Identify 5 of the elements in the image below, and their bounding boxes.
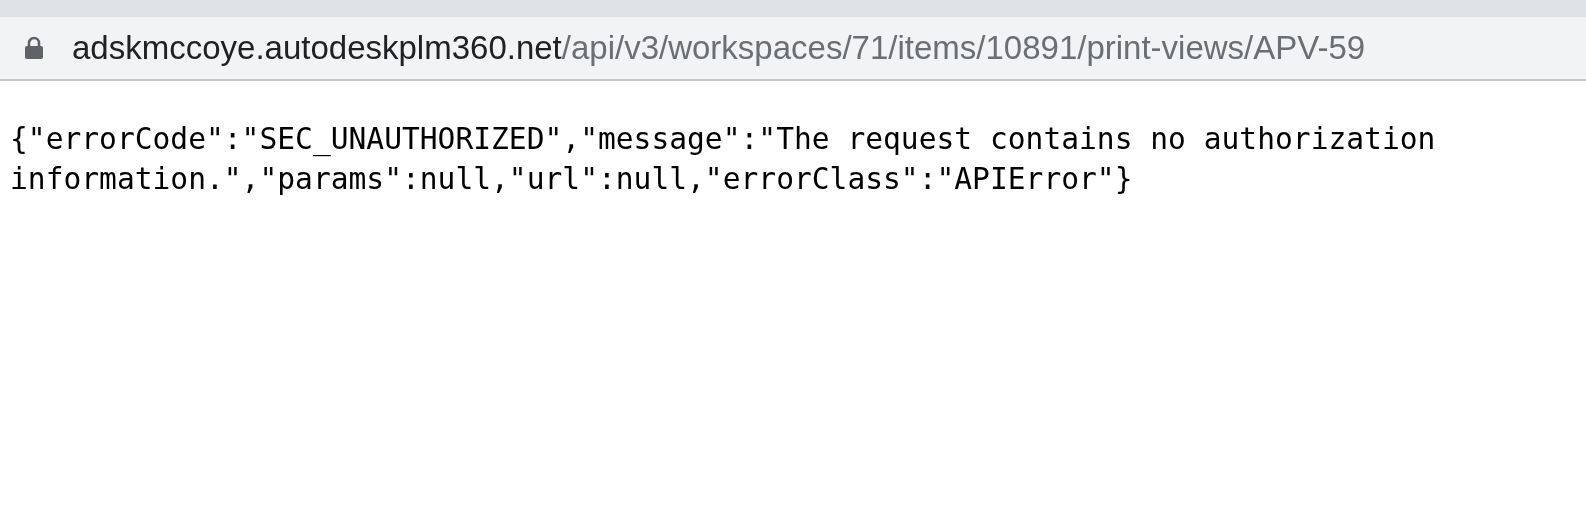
json-response: {"errorCode":"SEC_UNAUTHORIZED","message":"The request contains no authorization information.","params":null,"url":null,"errorClass":"APIError"} — [10, 121, 1437, 198]
url-path: /api/v3/workspaces/71/items/10891/print-views/APV-59 — [561, 29, 1366, 66]
url-host: adskmccoye.autodeskplm360.net — [72, 29, 562, 66]
lock-icon — [24, 36, 44, 60]
address-bar[interactable]: adskmccoye.autodeskplm360.net/api/v3/workspaces/71/items/10891/print-views/APV-59 — [0, 17, 1586, 81]
